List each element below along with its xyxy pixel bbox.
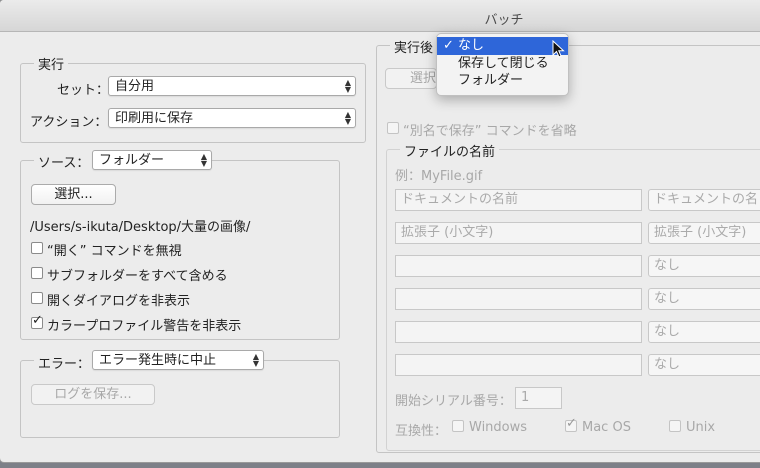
compat-label: 互換性：: [395, 424, 448, 439]
name-field-5[interactable]: [395, 321, 642, 343]
compat-unix-label: Unix: [686, 420, 716, 435]
action-select-value: 印刷用に保存: [115, 111, 194, 126]
ignore-open-label: “開く” コマンドを無視: [47, 244, 182, 259]
error-select[interactable]: エラー発生時に中止 ▲ ▼: [92, 350, 264, 370]
name-select-3[interactable]: なし: [648, 255, 760, 277]
checkmark-icon: ✓: [566, 416, 577, 431]
save-log-button[interactable]: ログを保存...: [31, 384, 155, 405]
up-down-arrows-icon: ▲ ▼: [200, 152, 207, 168]
serial-label: 開始シリアル番号：: [395, 394, 512, 409]
set-label: セット：: [57, 83, 110, 98]
run-legend: 実行: [34, 54, 69, 73]
title-bar: バッチ: [0, 0, 760, 32]
mouse-pointer-icon: [552, 40, 565, 58]
name-select-5[interactable]: なし: [648, 321, 760, 343]
name-field-4[interactable]: [395, 288, 642, 310]
up-down-arrows-icon: ▲ ▼: [344, 78, 351, 94]
after-dropdown-menu: ✓ なし 保存して閉じる フォルダー: [436, 33, 569, 96]
source-choose-button[interactable]: 選択...: [31, 184, 116, 205]
include-subfolders-label: サブフォルダーをすべて含める: [47, 269, 228, 284]
suppress-color-warning-checkbox[interactable]: ✓: [31, 313, 43, 329]
menu-item-folder[interactable]: フォルダー: [437, 72, 568, 90]
set-select-value: 自分用: [115, 79, 155, 94]
source-select-value: フォルダー: [99, 153, 165, 168]
name-field-1[interactable]: ドキュメントの名前: [395, 189, 642, 211]
include-subfolders-checkbox[interactable]: [31, 267, 43, 279]
name-select-1[interactable]: ドキュメントの名: [648, 189, 760, 211]
menu-item-save-and-close[interactable]: 保存して閉じる: [437, 55, 568, 73]
serial-field[interactable]: 1: [515, 387, 562, 409]
set-select[interactable]: 自分用 ▲ ▼: [108, 76, 356, 96]
source-label: ソース：: [34, 152, 94, 171]
compat-macos-label: Mac OS: [582, 420, 631, 435]
up-down-arrows-icon: ▲ ▼: [344, 110, 351, 126]
source-select[interactable]: フォルダー ▲ ▼: [92, 150, 212, 170]
name-field-3[interactable]: [395, 255, 642, 277]
menu-item-label: なし: [458, 38, 485, 53]
menu-item-label: 保存して閉じる: [458, 56, 549, 71]
ignore-open-checkbox[interactable]: [31, 242, 43, 254]
up-down-arrows-icon: ▲ ▼: [252, 352, 259, 368]
compat-windows-label: Windows: [469, 420, 528, 435]
name-field-2[interactable]: 拡張子 (小文字): [395, 222, 642, 244]
batch-dialog: バッチ 実行 セット： 自分用 ▲ ▼ アクション： 印刷用に保存 ▲ ▼ ソース：…: [0, 0, 760, 462]
checkmark-icon: ✓: [32, 313, 43, 328]
name-select-2[interactable]: 拡張子 (小文字): [648, 222, 760, 244]
suppress-open-dialog-label: 開くダイアログを非表示: [47, 294, 191, 309]
name-select-4[interactable]: なし: [648, 288, 760, 310]
suppress-open-dialog-checkbox[interactable]: [31, 292, 43, 304]
action-label: アクション：: [30, 115, 108, 130]
run-group: [20, 63, 366, 143]
window-title: バッチ: [484, 13, 524, 28]
menu-item-label: フォルダー: [458, 73, 524, 88]
menu-item-none[interactable]: ✓ なし: [437, 37, 568, 55]
naming-example: 例：MyFile.gif: [395, 169, 483, 184]
name-select-6[interactable]: なし: [648, 354, 760, 376]
action-select[interactable]: 印刷用に保存 ▲ ▼: [108, 108, 356, 128]
override-save-checkbox[interactable]: [387, 122, 399, 134]
after-choose-button[interactable]: 選択: [385, 68, 437, 89]
error-label: エラー：: [34, 353, 95, 372]
compat-macos-checkbox[interactable]: ✓: [565, 416, 577, 432]
source-path: /Users/s-ikuta/Desktop/大量の画像/: [30, 220, 251, 235]
suppress-color-warning-label: カラープロファイル警告を非表示: [47, 319, 242, 334]
after-legend: 実行後: [390, 37, 438, 56]
name-field-6[interactable]: [395, 354, 642, 376]
compat-windows-checkbox[interactable]: [452, 420, 464, 432]
file-naming-legend: ファイルの名前: [400, 141, 500, 160]
checkmark-icon: ✓: [443, 38, 454, 53]
error-select-value: エラー発生時に中止: [99, 353, 217, 368]
compat-unix-checkbox[interactable]: [669, 420, 681, 432]
override-save-label: “別名で保存” コマンドを省略: [403, 124, 577, 139]
